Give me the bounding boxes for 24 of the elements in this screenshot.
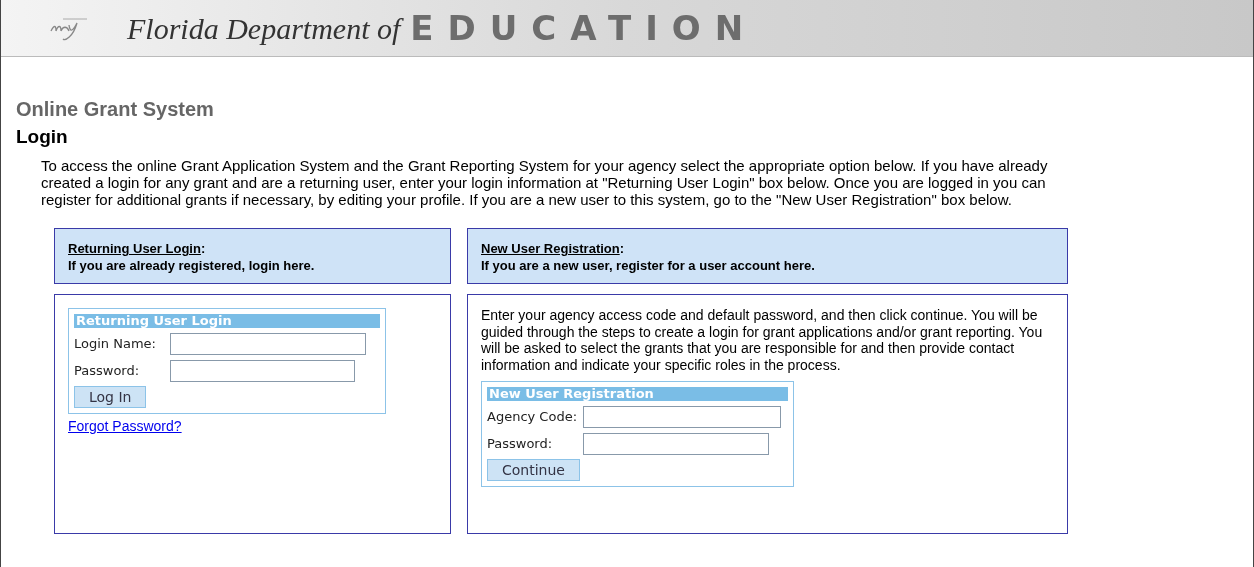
heading-link[interactable]: Returning User Login bbox=[68, 241, 201, 256]
heading-link[interactable]: New User Registration bbox=[481, 241, 620, 256]
submit-button[interactable]: Log In bbox=[74, 386, 147, 408]
page-title: Login bbox=[16, 125, 69, 149]
panel-subheading: If you are already registered, login here. bbox=[68, 257, 316, 274]
form-title: New User Registration bbox=[487, 387, 788, 401]
banner-title: EDUCATION bbox=[410, 6, 758, 50]
heading-colon: : bbox=[619, 241, 625, 256]
field-label: Login Name: bbox=[74, 335, 157, 354]
submit-button[interactable]: Continue bbox=[487, 459, 580, 481]
description-text: Enter your agency access code and default password, and then click continue. You will be guided through the steps to create a login for grant applications and/or grant reporting. You will be asked to select the grants that you are responsible for and then provide contact information and indicate your specific roles in the process. bbox=[481, 307, 1044, 373]
field-label: Password: bbox=[487, 435, 554, 454]
form-title: Returning User Login bbox=[74, 314, 380, 328]
panel-subheading: If you are a new user, register for a user account here. bbox=[481, 257, 816, 274]
input-field[interactable] bbox=[583, 433, 769, 455]
input-field[interactable] bbox=[583, 406, 781, 428]
field-label: Password: bbox=[74, 362, 141, 381]
input-field[interactable] bbox=[170, 333, 366, 355]
app-title: Online Grant System bbox=[16, 97, 215, 121]
forgot-password-link[interactable]: Forgot Password? bbox=[68, 418, 182, 434]
input-field[interactable] bbox=[170, 360, 355, 382]
heading-colon: : bbox=[200, 241, 206, 256]
field-label: Agency Code: bbox=[487, 408, 579, 427]
intro-text: To access the online Grant Application System and the Grant Reporting System for your agency select the appropriate option below. If you have already created a login for any grant and are a returning user, enter your login information at "Returning User Login" box below. Once you are logged in you can register for additional grants if necessary, by editing your profile. If you are a new user to this system, go to the "New User Registration" box below. bbox=[41, 157, 1049, 208]
